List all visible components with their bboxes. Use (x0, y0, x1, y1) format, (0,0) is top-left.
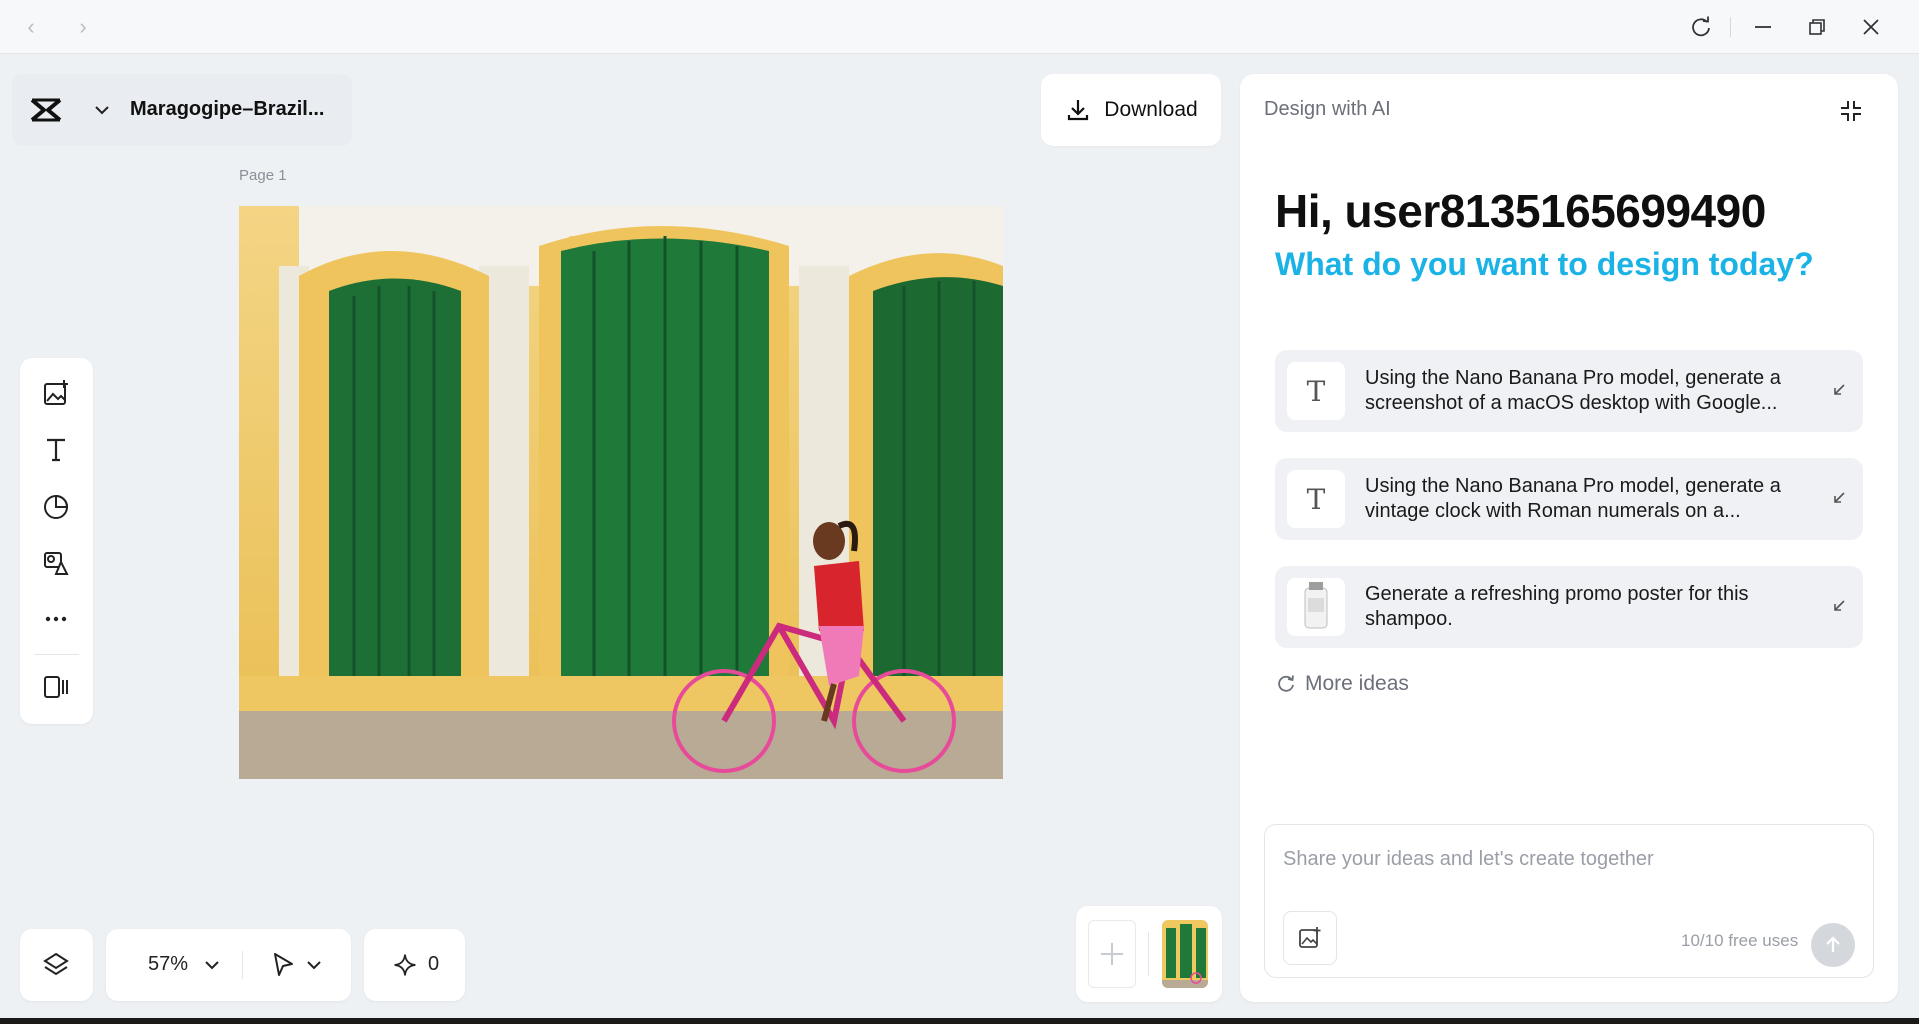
window-titlebar: ‹ › (0, 0, 1919, 54)
shapes-icon[interactable] (39, 490, 73, 524)
restore-icon[interactable] (1802, 12, 1832, 42)
idea-text: Using the Nano Banana Pro model, generat… (1365, 475, 1781, 522)
page-strip-divider (1148, 932, 1149, 976)
idea-text: Generate a refreshing promo poster for t… (1365, 583, 1749, 630)
free-uses-counter: 10/10 free uses (1681, 931, 1799, 950)
document-filename[interactable]: Maragogipe–Brazil... (130, 98, 325, 121)
download-label: Download (1104, 98, 1198, 121)
add-image-icon[interactable] (39, 376, 73, 410)
download-button[interactable]: Download (1041, 74, 1221, 146)
greeting-subheading: What do you want to design today? (1275, 246, 1814, 282)
idea-card[interactable]: Generate a refreshing promo poster for t… (1275, 566, 1863, 648)
forward-arrow-icon[interactable]: › (70, 14, 96, 40)
text-icon: T (1287, 470, 1345, 528)
insert-arrow-icon[interactable] (1829, 596, 1849, 616)
page-thumbnail[interactable] (1162, 920, 1208, 988)
greeting-heading: Hi, user8135165699490 (1275, 185, 1766, 237)
back-arrow-icon[interactable]: ‹ (18, 14, 44, 40)
pointer-chevron-down-icon[interactable] (304, 955, 324, 975)
close-icon[interactable] (1856, 12, 1886, 42)
bicycle-girl-doors-image (239, 206, 1003, 779)
plus-icon (1101, 943, 1123, 965)
more-ideas-button[interactable]: More ideas (1275, 672, 1409, 696)
prompt-box: 10/10 free uses (1264, 824, 1874, 978)
idea-text: Using the Nano Banana Pro model, generat… (1365, 367, 1781, 414)
toolbar-divider (34, 654, 79, 655)
file-bar: Maragogipe–Brazil... (12, 74, 352, 146)
send-button[interactable] (1811, 923, 1855, 967)
credits-count: 0 (428, 953, 440, 975)
collapse-panel-icon[interactable] (1836, 96, 1866, 126)
idea-card[interactable]: T Using the Nano Banana Pro model, gener… (1275, 350, 1863, 432)
arrow-up-icon (1826, 936, 1840, 952)
upload-image-button[interactable] (1283, 911, 1337, 965)
zoom-chevron-down-icon[interactable] (202, 955, 222, 975)
shampoo-thumbnail-icon (1287, 578, 1345, 636)
elements-icon[interactable] (39, 546, 73, 580)
left-toolbar (20, 358, 93, 724)
minimize-icon[interactable] (1748, 12, 1778, 42)
zoom-and-pointer-controls: 57% (106, 929, 351, 1001)
text-icon: T (1287, 362, 1345, 420)
zoom-level[interactable]: 57% (148, 953, 188, 976)
download-icon (1068, 100, 1089, 121)
idea-card[interactable]: T Using the Nano Banana Pro model, gener… (1275, 458, 1863, 540)
chevron-down-icon[interactable] (92, 100, 112, 120)
ai-design-panel: Design with AI Hi, user8135165699490 Wha… (1240, 74, 1898, 1002)
panel-toggle-icon[interactable] (39, 670, 73, 704)
sparkle-icon (394, 954, 416, 976)
image-upload-icon (1299, 927, 1321, 948)
insert-arrow-icon[interactable] (1829, 488, 1849, 508)
page-label: Page 1 (239, 167, 287, 184)
taskbar-strip (0, 1018, 1919, 1024)
titlebar-separator (1730, 17, 1731, 37)
canvas-photo[interactable] (239, 206, 1003, 779)
ai-panel-title: Design with AI (1264, 98, 1391, 120)
reload-icon[interactable] (1686, 12, 1716, 42)
pointer-icon[interactable] (268, 950, 298, 980)
prompt-input[interactable] (1283, 841, 1853, 877)
more-icon[interactable] (39, 602, 73, 636)
text-tool-icon[interactable] (39, 432, 73, 466)
page-strip (1076, 906, 1222, 1002)
layers-icon (43, 952, 69, 976)
more-ideas-label: More ideas (1305, 672, 1409, 695)
zoom-divider (242, 951, 243, 979)
refresh-icon (1278, 675, 1294, 692)
add-page-button[interactable] (1088, 920, 1136, 988)
ai-credits-button[interactable]: 0 (364, 929, 465, 1001)
app-logo-icon[interactable] (30, 96, 62, 124)
layers-button[interactable] (20, 929, 93, 1001)
insert-arrow-icon[interactable] (1829, 380, 1849, 400)
